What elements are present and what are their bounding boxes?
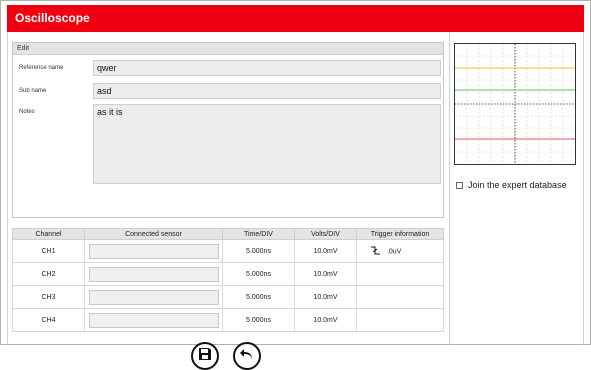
col-connected-sensor: Connected sensor: [84, 228, 223, 240]
volts-cell: 10.0mV: [294, 285, 357, 309]
sensor-field[interactable]: [88, 243, 219, 259]
col-channel: Channel: [12, 228, 85, 240]
notes-textarea[interactable]: as it is: [93, 104, 441, 184]
edit-header: Edit: [13, 43, 443, 55]
col-time-div: Time/DIV: [222, 228, 295, 240]
sub-name-input[interactable]: asd: [93, 83, 441, 99]
sensor-cell: [84, 308, 223, 332]
channel-cell: CH4: [12, 308, 85, 332]
time-cell: 5.000ns: [222, 285, 295, 309]
sensor-cell: [84, 262, 223, 286]
col-volts-div: Volts/DIV: [294, 228, 357, 240]
edit-panel: Edit Reference name qwer Sub name asd No…: [12, 42, 444, 218]
trigger-value: .0uV: [386, 247, 402, 255]
back-button[interactable]: [233, 342, 261, 370]
table-row: CH2 5.000ns 10.0mV: [12, 262, 444, 286]
scope-grid: [455, 44, 575, 164]
title-bar: Oscilloscope: [7, 5, 584, 32]
subname-label: Sub name: [19, 88, 47, 94]
checkbox-box[interactable]: [456, 181, 463, 189]
join-expert-label: Join the expert database: [468, 180, 567, 190]
trigger-cell: .0uV: [356, 239, 444, 263]
volts-cell: 10.0mV: [294, 239, 357, 263]
save-button[interactable]: [191, 342, 219, 370]
page-title: Oscilloscope: [15, 11, 90, 25]
trigger-cell: [356, 308, 444, 332]
reference-name-input[interactable]: qwer: [93, 60, 441, 76]
sensor-field[interactable]: [88, 266, 219, 282]
save-icon: [197, 346, 213, 367]
col-trigger-info: Trigger information: [356, 228, 444, 240]
time-cell: 5.000ns: [222, 262, 295, 286]
channel-cell: CH2: [12, 262, 85, 286]
notes-label: Notes: [19, 109, 35, 115]
channel-table: Channel Connected sensor Time/DIV Volts/…: [12, 228, 444, 332]
time-cell: 5.000ns: [222, 308, 295, 332]
table-row: CH1 5.000ns 10.0mV .0uV: [12, 239, 444, 263]
trigger-cell: [356, 262, 444, 286]
channel-cell: CH3: [12, 285, 85, 309]
table-row: CH4 5.000ns 10.0mV: [12, 308, 444, 332]
volts-cell: 10.0mV: [294, 262, 357, 286]
sensor-field[interactable]: [88, 289, 219, 305]
table-header-row: Channel Connected sensor Time/DIV Volts/…: [12, 228, 444, 240]
time-cell: 5.000ns: [222, 239, 295, 263]
volts-cell: 10.0mV: [294, 308, 357, 332]
trigger-cell: [356, 285, 444, 309]
falling-edge-trigger-icon: [371, 246, 380, 257]
sensor-field[interactable]: [88, 312, 219, 328]
sensor-cell: [84, 285, 223, 309]
table-row: CH3 5.000ns 10.0mV: [12, 285, 444, 309]
back-icon: [239, 346, 255, 367]
sensor-cell: [84, 239, 223, 263]
channel-cell: CH1: [12, 239, 85, 263]
join-expert-checkbox[interactable]: Join the expert database: [456, 180, 567, 190]
reference-label: Reference name: [19, 65, 64, 71]
oscilloscope-preview: [454, 43, 576, 165]
left-pane: Edit Reference name qwer Sub name asd No…: [7, 32, 450, 370]
